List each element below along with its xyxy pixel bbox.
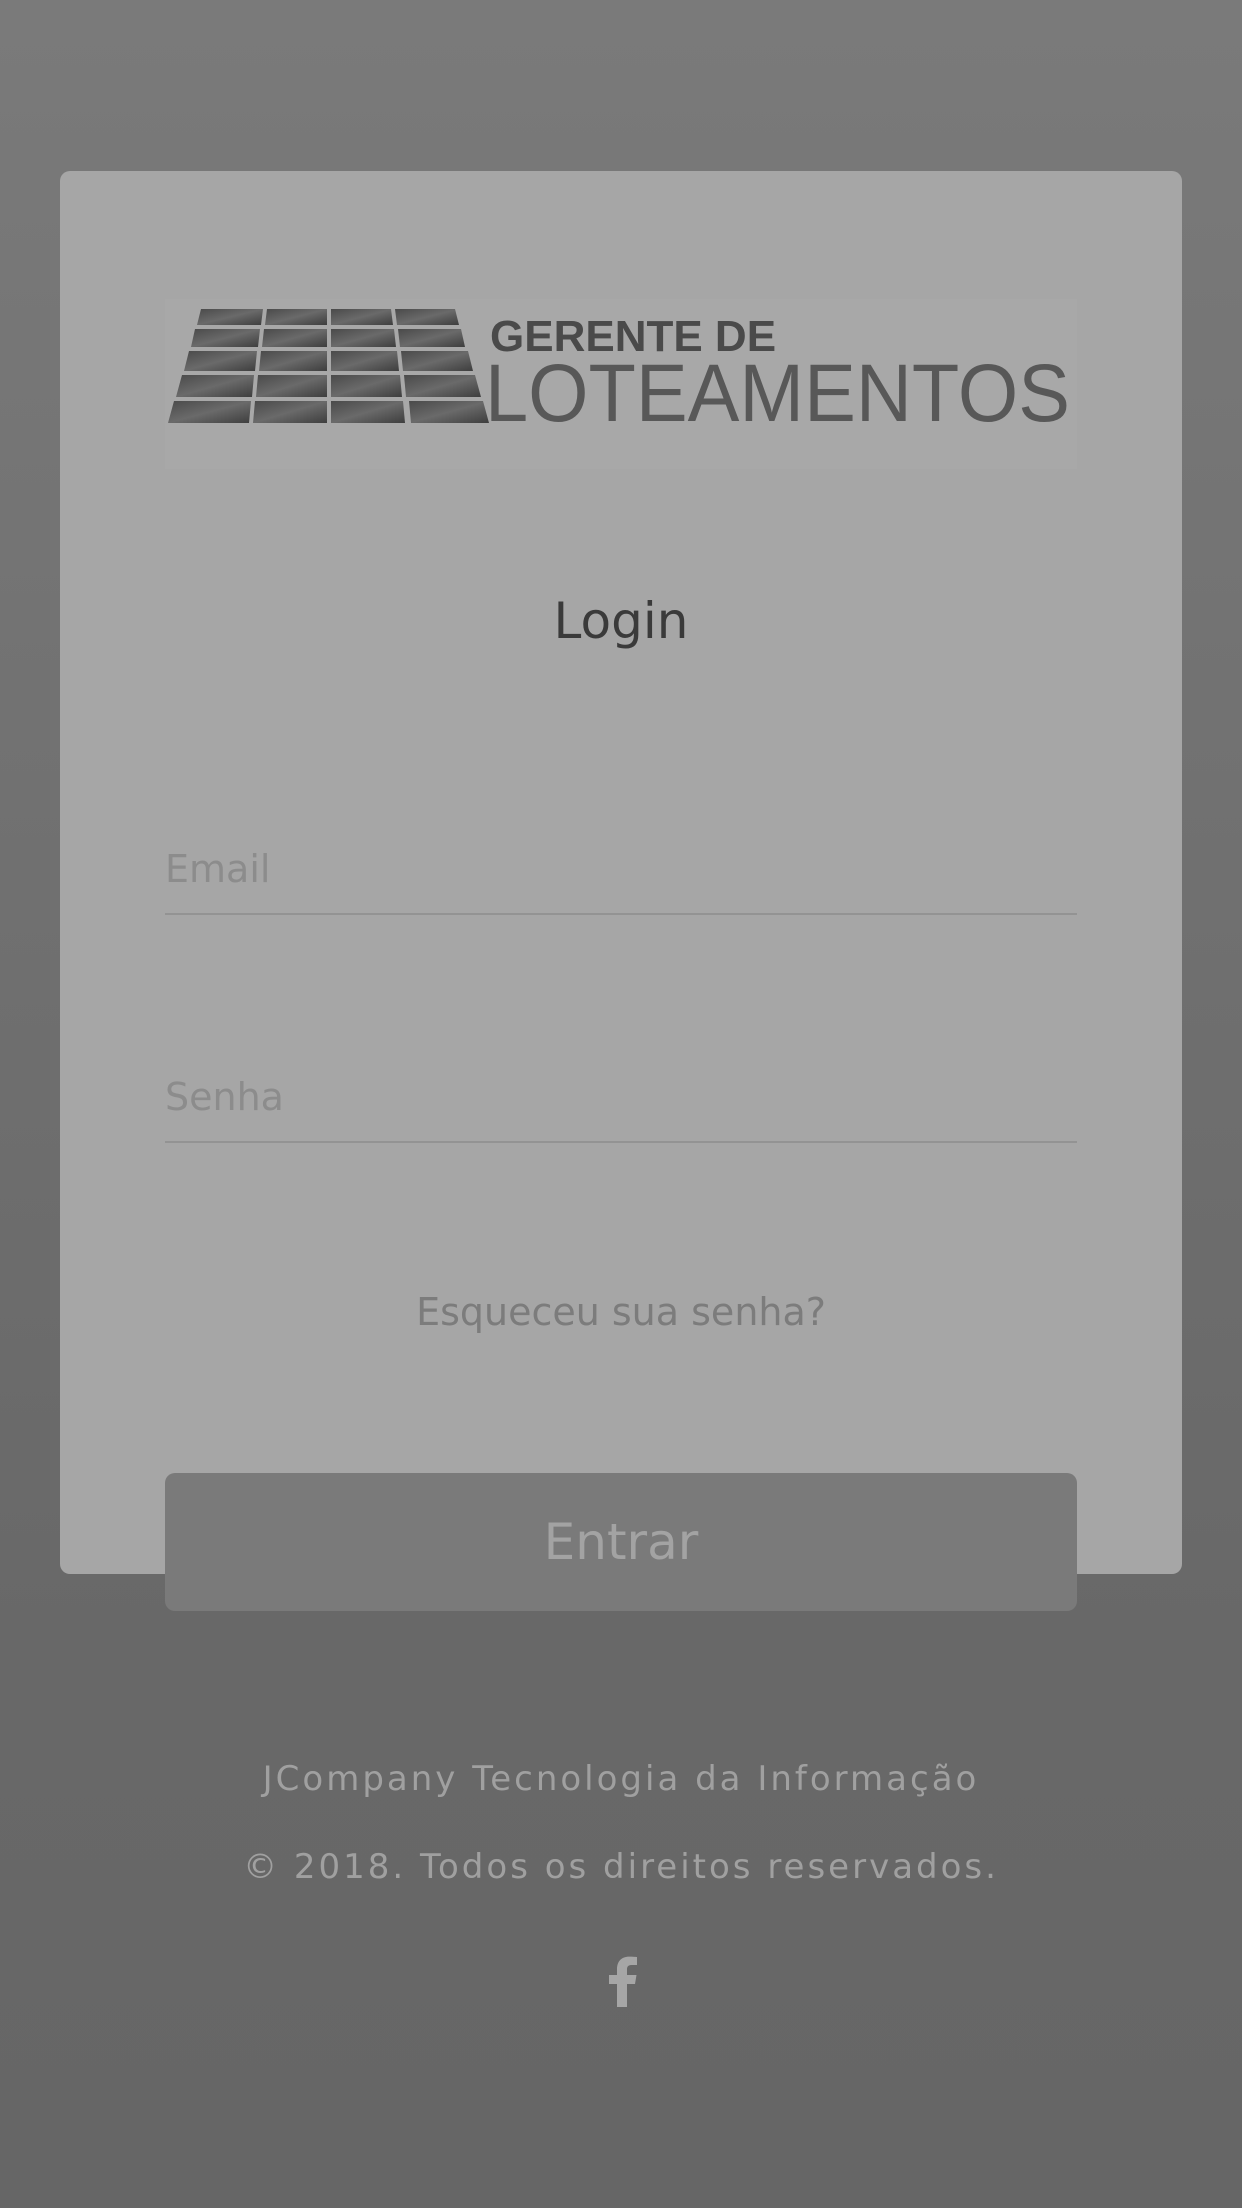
forgot-password-link[interactable]: Esqueceu sua senha? (60, 1293, 1182, 1331)
login-title: Login (553, 592, 689, 650)
gerente-de-loteamentos-logo: GERENTE DE LOTEAMENTOS (165, 299, 1077, 469)
email-input[interactable] (165, 847, 1077, 891)
logo-text-bottom: LOTEAMENTOS (485, 348, 1070, 439)
footer-copyright: © 2018. Todos os direitos reservados. (243, 1847, 999, 1887)
facebook-icon[interactable] (600, 1955, 642, 2007)
password-field (165, 1051, 1077, 1143)
login-card: GERENTE DE LOTEAMENTOS Login Esqueceu su… (60, 171, 1182, 1611)
password-input[interactable] (165, 1075, 1077, 1119)
login-submit-button[interactable]: Entrar (165, 1473, 1077, 1611)
footer-company: JCompany Tecnologia da Informação (262, 1759, 980, 1799)
email-field (165, 823, 1077, 915)
